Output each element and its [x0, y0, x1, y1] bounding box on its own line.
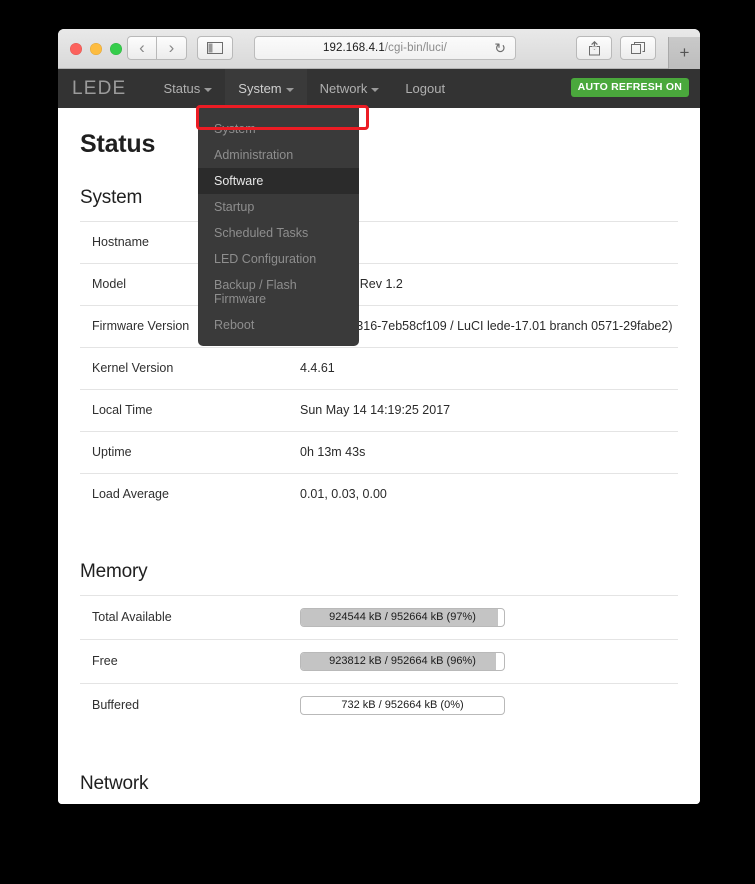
table-row: Kernel Version 4.4.61 [80, 347, 678, 390]
dropdown-item-backup-flash-firmware[interactable]: Backup / Flash Firmware [198, 272, 359, 312]
row-value: 0.01, 0.03, 0.00 [300, 473, 678, 515]
share-button[interactable] [576, 36, 612, 60]
plus-icon: + [679, 43, 690, 62]
nav-item-system-label: System [238, 81, 282, 96]
nav-item-logout-label: Logout [405, 81, 446, 96]
dropdown-item-software[interactable]: Software [196, 105, 369, 194]
memory-info-table: Total Available 924544 kB / 952664 kB (9… [80, 595, 678, 727]
table-row: Local Time Sun May 14 14:19:25 2017 [80, 389, 678, 432]
maximize-window-button[interactable] [110, 43, 122, 55]
auto-refresh-badge[interactable]: AUTO REFRESH ON [570, 78, 689, 97]
navigation-buttons: ‹ › [127, 36, 187, 60]
row-value: 923812 kB / 952664 kB (96%) [300, 639, 678, 684]
table-row: Firmware Version 17.01.1 r3316-7eb58cf10… [80, 305, 678, 348]
dropdown-item-software-label: Software [214, 174, 264, 188]
dropdown-item-administration[interactable]: Administration [198, 142, 359, 168]
row-label: Free [80, 639, 300, 684]
url-text: 192.168.4.1/cgi-bin/luci/ [323, 42, 447, 54]
section-heading-memory: Memory [80, 561, 148, 582]
dropdown-item-system[interactable]: System [198, 116, 359, 142]
progress-label: 924544 kB / 952664 kB (97%) [329, 611, 476, 623]
row-value: 4.4.61 [300, 347, 678, 390]
luci-page: LEDE Status System Network Logout AUTO R… [58, 69, 700, 804]
memory-progress-bar: 923812 kB / 952664 kB (96%) [300, 652, 505, 671]
chevron-down-icon [371, 87, 380, 92]
browser-toolbar: ‹ › 192.168.4.1/cgi-bin/luci/ ↻ + [58, 29, 700, 69]
chevron-down-icon [204, 87, 213, 92]
chevron-down-icon [285, 87, 294, 92]
nav-item-status-label: Status [163, 81, 201, 96]
row-value: 0h 13m 43s [300, 431, 678, 474]
row-label: Kernel Version [80, 347, 300, 390]
row-label: Load Average [80, 473, 300, 515]
nav-item-network[interactable]: Network [307, 69, 393, 108]
table-row: Hostname [80, 221, 678, 264]
new-tab-button[interactable]: + [668, 37, 700, 69]
address-bar[interactable]: 192.168.4.1/cgi-bin/luci/ ↻ [254, 36, 516, 60]
row-value: 732 kB / 952664 kB (0%) [300, 683, 678, 727]
page-content: Status System Hostname Model 3 Model B R… [58, 108, 700, 804]
section-heading-system: System [80, 187, 143, 208]
window-controls [70, 43, 122, 55]
tabs-icon [630, 42, 645, 54]
row-value: 924544 kB / 952664 kB (97%) [300, 595, 678, 640]
dropdown-item-reboot[interactable]: Reboot [198, 312, 359, 338]
row-label: Total Available [80, 595, 300, 640]
row-label: Uptime [80, 431, 300, 474]
browser-window: ‹ › 192.168.4.1/cgi-bin/luci/ ↻ + LEDE S… [58, 29, 700, 804]
nav-item-network-label: Network [319, 81, 368, 96]
back-button[interactable]: ‹ [127, 36, 157, 60]
table-row: Total Available 924544 kB / 952664 kB (9… [80, 595, 678, 640]
table-row: Free 923812 kB / 952664 kB (96%) [80, 639, 678, 684]
row-label: Local Time [80, 389, 300, 432]
row-value: Sun May 14 14:19:25 2017 [300, 389, 678, 432]
nav-item-system[interactable]: System [225, 69, 307, 108]
table-row: Buffered 732 kB / 952664 kB (0%) [80, 683, 678, 727]
lede-logo: LEDE [72, 77, 127, 99]
luci-navbar: LEDE Status System Network Logout AUTO R… [58, 69, 700, 108]
dropdown-item-led-configuration[interactable]: LED Configuration [198, 246, 359, 272]
nav-item-logout[interactable]: Logout [392, 69, 458, 108]
progress-label: 923812 kB / 952664 kB (96%) [329, 655, 476, 667]
nav-item-status[interactable]: Status [150, 69, 225, 108]
sidebar-toggle-wrapper [197, 36, 233, 60]
memory-progress-bar: 924544 kB / 952664 kB (97%) [300, 608, 505, 627]
table-row: Model 3 Model B Rev 1.2 [80, 263, 678, 306]
memory-progress-bar: 732 kB / 952664 kB (0%) [300, 696, 505, 715]
reload-icon[interactable]: ↻ [494, 40, 506, 57]
system-info-table: Hostname Model 3 Model B Rev 1.2 Firmwar… [80, 221, 678, 515]
section-heading-network: Network [80, 773, 149, 794]
show-tabs-button[interactable] [620, 36, 656, 60]
minimize-window-button[interactable] [90, 43, 102, 55]
table-row: Load Average 0.01, 0.03, 0.00 [80, 473, 678, 515]
share-icon [588, 40, 600, 55]
page-title: Status [80, 130, 156, 158]
table-row: Uptime 0h 13m 43s [80, 431, 678, 474]
system-dropdown-menu: System Administration Software Startup S… [196, 105, 369, 346]
row-label: Buffered [80, 683, 300, 727]
url-host: 192.168.4.1 [323, 42, 385, 54]
sidebar-icon [207, 42, 223, 54]
url-path: /cgi-bin/luci/ [384, 42, 447, 54]
sidebar-toggle-button[interactable] [197, 36, 233, 60]
close-window-button[interactable] [70, 43, 82, 55]
dropdown-item-startup[interactable]: Startup [198, 194, 359, 220]
dropdown-item-scheduled-tasks[interactable]: Scheduled Tasks [198, 220, 359, 246]
toolbar-right-buttons [576, 36, 656, 60]
progress-label: 732 kB / 952664 kB (0%) [341, 699, 464, 711]
forward-button[interactable]: › [157, 36, 187, 60]
